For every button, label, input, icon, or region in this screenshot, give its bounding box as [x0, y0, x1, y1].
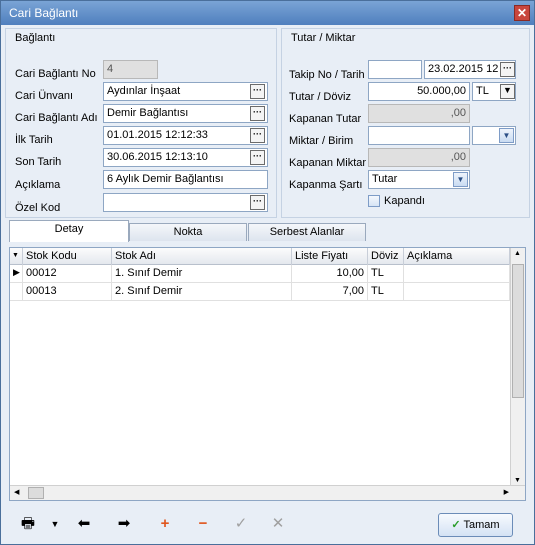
scroll-thumb[interactable] [512, 264, 524, 398]
arrow-right-icon[interactable]: ➡ [115, 515, 133, 533]
row-indicator: ▶ [10, 265, 23, 283]
chevron-down-icon[interactable]: ▼ [46, 515, 64, 533]
kapandi-checkbox[interactable] [368, 195, 380, 207]
grid-header-stok-kodu[interactable]: Stok Kodu [23, 248, 112, 265]
takip-no-field[interactable] [368, 60, 422, 79]
scroll-up-arrow-icon[interactable]: ▲ [514, 250, 521, 257]
birim-dropdown-icon[interactable]: ▼ [499, 128, 514, 143]
grid-header-doviz[interactable]: Döviz [368, 248, 404, 265]
close-button[interactable]: ✕ [514, 5, 530, 21]
tab-detay[interactable]: Detay [9, 220, 129, 242]
cell-liste-fiyati[interactable]: 7,00 [292, 283, 368, 301]
cari-baglanti-adi-label: Cari Bağlantı Adı [15, 112, 98, 124]
table-row[interactable]: 00013 2. Sınıf Demir 7,00 TL [10, 283, 510, 301]
check-icon[interactable]: ✓ [232, 515, 250, 533]
tamam-button[interactable]: ✓ Tamam [438, 513, 513, 537]
cari-unvani-field[interactable]: Aydınlar İnşaat [103, 82, 268, 101]
window-title: Cari Bağlantı [9, 6, 79, 20]
row-indicator [10, 283, 23, 301]
cell-aciklama[interactable] [404, 265, 510, 283]
tutar-field[interactable]: 50.000,00 [368, 82, 470, 101]
ilk-tarih-label: İlk Tarih [15, 134, 53, 146]
cari-baglanti-no-label: Cari Bağlantı No [15, 68, 96, 80]
son-tarih-label: Son Tarih [15, 156, 62, 168]
kapanma-sarti-label: Kapanma Şartı [289, 179, 363, 191]
son-tarih-field[interactable]: 30.06.2015 12:13:10 [103, 148, 268, 167]
cell-doviz[interactable]: TL [368, 265, 404, 283]
aciklama-label: Açıklama [15, 179, 61, 191]
cell-stok-kodu[interactable]: 00012 [23, 265, 112, 283]
takip-label: Takip No / Tarih [289, 69, 365, 81]
miktar-birim-label: Miktar / Birim [289, 135, 354, 147]
ilk-tarih-picker-button[interactable]: ··· [250, 128, 265, 143]
arrow-left-icon[interactable]: ⬅ [75, 515, 93, 533]
tab-serbest-alanlar[interactable]: Serbest Alanlar [248, 223, 366, 241]
grid-header-aciklama[interactable]: Açıklama [404, 248, 510, 265]
kapanan-miktar-label: Kapanan Miktar [289, 157, 367, 169]
cell-stok-adi[interactable]: 2. Sınıf Demir [112, 283, 292, 301]
cari-unvani-label: Cari Ünvanı [15, 90, 74, 102]
add-icon[interactable]: + [156, 515, 174, 533]
kapanma-sarti-dropdown-icon[interactable]: ▼ [453, 172, 468, 187]
kapanan-tutar-label: Kapanan Tutar [289, 113, 362, 125]
scroll-left-arrow-icon[interactable]: ◀ [14, 488, 19, 496]
tab-nokta[interactable]: Nokta [129, 223, 247, 241]
kapanan-miktar-field: ,00 [368, 148, 470, 167]
son-tarih-picker-button[interactable]: ··· [250, 150, 265, 165]
cell-doviz[interactable]: TL [368, 283, 404, 301]
table-row[interactable]: ▶ 00012 1. Sınıf Demir 10,00 TL [10, 265, 510, 283]
grid-vertical-scrollbar[interactable]: ▲ ▼ [510, 248, 525, 486]
grid-horizontal-scrollbar[interactable]: ◀ ▶ [10, 485, 525, 500]
doviz-dropdown-icon[interactable]: ▼ [500, 84, 515, 99]
grid-indicator-header: ▼ [10, 248, 23, 265]
grid-header-stok-adi[interactable]: Stok Adı [112, 248, 292, 265]
kapanan-tutar-field: ,00 [368, 104, 470, 123]
check-icon: ✓ [451, 519, 461, 531]
cell-stok-kodu[interactable]: 00013 [23, 283, 112, 301]
detail-grid[interactable]: ▼ Stok Kodu Stok Adı Liste Fiyatı Döviz … [9, 247, 526, 501]
cell-liste-fiyati[interactable]: 10,00 [292, 265, 368, 283]
miktar-field[interactable] [368, 126, 470, 145]
baglanti-section-title: Bağlantı [15, 32, 56, 44]
hscroll-thumb[interactable] [28, 487, 44, 499]
title-bar: Cari Bağlantı ✕ [1, 1, 534, 25]
cancel-icon[interactable]: ✕ [269, 515, 287, 533]
cari-baglanti-no-field: 4 [103, 60, 158, 79]
cari-baglanti-adi-lookup-button[interactable]: ··· [250, 106, 265, 121]
tutar-doviz-label: Tutar / Döviz [289, 91, 351, 103]
grid-header: ▼ Stok Kodu Stok Adı Liste Fiyatı Döviz … [10, 248, 510, 265]
grid-header-liste-fiyati[interactable]: Liste Fiyatı [292, 248, 368, 265]
tamam-label: Tamam [463, 519, 500, 531]
kapandi-label: Kapandı [384, 195, 425, 207]
tutar-section-title: Tutar / Miktar [291, 32, 356, 44]
cell-stok-adi[interactable]: 1. Sınıf Demir [112, 265, 292, 283]
cell-aciklama[interactable] [404, 283, 510, 301]
ozel-kod-lookup-button[interactable]: ··· [250, 195, 265, 210]
scroll-right-arrow-icon[interactable]: ▶ [504, 488, 509, 496]
scroll-down-arrow-icon[interactable]: ▼ [514, 477, 521, 484]
takip-tarih-picker-button[interactable]: ··· [500, 62, 515, 77]
cari-baglanti-adi-field[interactable]: Demir Bağlantısı [103, 104, 268, 123]
aciklama-field[interactable]: 6 Aylık Demir Bağlantısı [103, 170, 268, 189]
cari-unvani-lookup-button[interactable]: ··· [250, 84, 265, 99]
ilk-tarih-field[interactable]: 01.01.2015 12:12:33 [103, 126, 268, 145]
cari-baglanti-window: Cari Bağlantı ✕ Bağlantı Cari Bağlantı N… [0, 0, 535, 545]
remove-icon[interactable]: − [194, 515, 212, 533]
ozel-kod-label: Özel Kod [15, 202, 61, 214]
ozel-kod-field[interactable] [103, 193, 268, 212]
printer-icon[interactable]: 🖶 [19, 515, 37, 533]
